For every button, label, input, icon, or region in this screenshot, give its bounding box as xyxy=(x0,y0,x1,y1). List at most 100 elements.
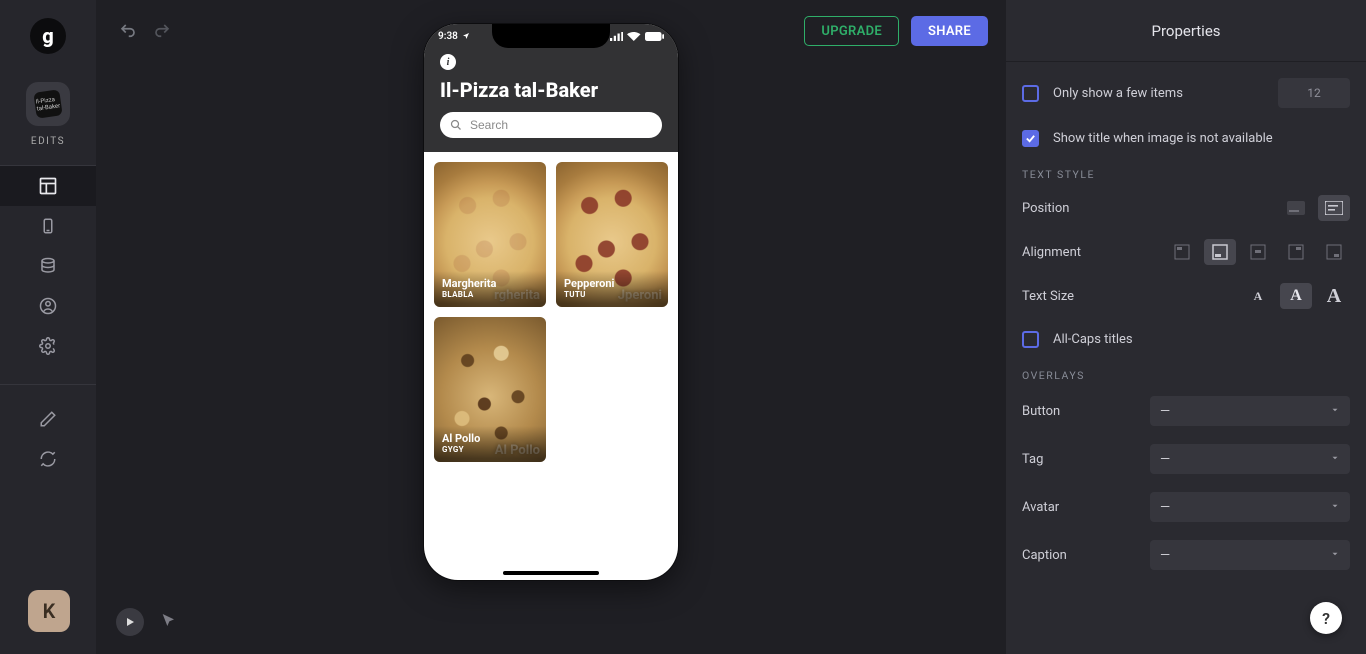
edits-label: EDITS xyxy=(31,136,65,147)
row-text-size: Text Size A A A xyxy=(1022,283,1350,309)
smartphone-icon xyxy=(39,217,57,235)
app-header: i Il-Pizza tal-Baker xyxy=(424,48,678,152)
row-button: Button — xyxy=(1022,396,1350,426)
database-icon xyxy=(39,257,57,275)
chevron-down-icon xyxy=(1330,453,1340,463)
dropdown-button[interactable]: — xyxy=(1150,396,1350,426)
bottom-tools xyxy=(116,608,180,636)
position-toggle xyxy=(1280,195,1350,221)
checkbox-show-title[interactable] xyxy=(1022,130,1039,147)
signal-icon xyxy=(610,32,624,41)
dropdown-tag[interactable]: — xyxy=(1150,444,1350,474)
align-bottom-right[interactable] xyxy=(1318,239,1350,265)
search-field[interactable] xyxy=(440,112,662,138)
app-title: Il-Pizza tal-Baker xyxy=(440,78,662,102)
check-icon xyxy=(1025,133,1036,144)
dropdown-avatar[interactable]: — xyxy=(1150,492,1350,522)
play-button[interactable] xyxy=(116,608,144,636)
battery-icon xyxy=(645,32,665,41)
card-al-pollo[interactable]: Al Pollo Al Pollo GYGY xyxy=(434,317,546,462)
help-button[interactable]: ? xyxy=(1310,602,1342,634)
align-tl-icon xyxy=(1174,244,1190,260)
label-only-show: Only show a few items xyxy=(1053,86,1270,101)
device-stage[interactable]: 9:38 i Il-Pizza tal-Baker xyxy=(96,0,1006,654)
position-overlay-icon xyxy=(1287,201,1305,215)
rail-item-settings[interactable] xyxy=(0,326,96,366)
properties-body[interactable]: Only show a few items 12 Show title when… xyxy=(1006,62,1366,654)
cards-grid: rgherita Margherita BLABLA Jperoni Peppe… xyxy=(424,152,678,472)
input-only-show-count[interactable]: 12 xyxy=(1278,78,1350,108)
cursor-icon xyxy=(160,612,176,628)
play-icon xyxy=(124,616,136,628)
app-thumbnail-preview: Il-Pizzatal-Baker xyxy=(33,89,62,118)
align-br-icon xyxy=(1326,244,1342,260)
refresh-icon xyxy=(39,450,57,468)
phone-frame: 9:38 i Il-Pizza tal-Baker xyxy=(424,24,678,580)
rail-item-edit[interactable] xyxy=(0,399,96,439)
layout-icon xyxy=(38,176,58,196)
row-caption: Caption — xyxy=(1022,540,1350,570)
card-margherita[interactable]: rgherita Margherita BLABLA xyxy=(434,162,546,307)
row-position: Position xyxy=(1022,195,1350,221)
home-indicator xyxy=(503,571,599,575)
align-c-icon xyxy=(1250,244,1266,260)
align-bottom-left[interactable] xyxy=(1204,239,1236,265)
rail-item-layout[interactable] xyxy=(0,166,96,206)
row-avatar: Avatar — xyxy=(1022,492,1350,522)
statusbar-time: 9:38 xyxy=(438,31,470,42)
align-top-left[interactable] xyxy=(1166,239,1198,265)
left-rail: g Il-Pizzatal-Baker EDITS K xyxy=(0,0,96,654)
user-avatar[interactable]: K xyxy=(28,590,70,632)
chevron-down-icon xyxy=(1330,549,1340,559)
row-alignment: Alignment xyxy=(1022,239,1350,265)
row-all-caps: All-Caps titles xyxy=(1022,327,1350,351)
size-large[interactable]: A xyxy=(1318,283,1350,309)
location-arrow-icon xyxy=(462,32,470,40)
size-small[interactable]: A xyxy=(1242,283,1274,309)
card-overlay: Al Pollo GYGY xyxy=(434,426,546,462)
align-tr-icon xyxy=(1288,244,1304,260)
rail-item-sync[interactable] xyxy=(0,439,96,479)
pencil-icon xyxy=(39,410,57,428)
size-medium[interactable]: A xyxy=(1280,283,1312,309)
alignment-toggle xyxy=(1166,239,1350,265)
align-center[interactable] xyxy=(1242,239,1274,265)
rail-item-user[interactable] xyxy=(0,286,96,326)
position-below[interactable] xyxy=(1318,195,1350,221)
card-overlay: Pepperoni TUTU xyxy=(556,271,668,307)
align-bl-icon xyxy=(1212,244,1228,260)
wifi-icon xyxy=(627,32,641,41)
rail-divider-2 xyxy=(0,384,96,385)
statusbar: 9:38 xyxy=(424,24,678,48)
align-top-right[interactable] xyxy=(1280,239,1312,265)
chevron-down-icon xyxy=(1330,501,1340,511)
text-size-toggle: A A A xyxy=(1242,283,1350,309)
row-show-title: Show title when image is not available xyxy=(1022,126,1350,150)
logo-badge[interactable]: g xyxy=(30,18,66,54)
label-all-caps: All-Caps titles xyxy=(1053,332,1350,347)
user-circle-icon xyxy=(39,297,57,315)
position-overlay[interactable] xyxy=(1280,195,1312,221)
app-thumbnail[interactable]: Il-Pizzatal-Baker xyxy=(26,82,70,126)
section-overlays: OVERLAYS xyxy=(1022,369,1350,382)
info-icon[interactable]: i xyxy=(440,54,456,70)
rail-item-data[interactable] xyxy=(0,246,96,286)
search-icon xyxy=(450,119,462,131)
properties-title: Properties xyxy=(1006,0,1366,62)
rail-item-device[interactable] xyxy=(0,206,96,246)
checkbox-all-caps[interactable] xyxy=(1022,331,1039,348)
card-overlay: Margherita BLABLA xyxy=(434,271,546,307)
position-below-icon xyxy=(1325,201,1343,215)
dropdown-caption[interactable]: — xyxy=(1150,540,1350,570)
checkbox-only-show[interactable] xyxy=(1022,85,1039,102)
chevron-down-icon xyxy=(1330,405,1340,415)
search-input[interactable] xyxy=(468,117,652,133)
card-pepperoni[interactable]: Jperoni Pepperoni TUTU xyxy=(556,162,668,307)
properties-panel: Properties Only show a few items 12 Show… xyxy=(1006,0,1366,654)
gear-icon xyxy=(39,337,57,355)
select-tool[interactable] xyxy=(160,612,180,632)
canvas-area: UPGRADE SHARE 9:38 i Il-Pizza tal-Baker xyxy=(96,0,1006,654)
row-tag: Tag — xyxy=(1022,444,1350,474)
section-text-style: TEXT STYLE xyxy=(1022,168,1350,181)
row-only-show: Only show a few items 12 xyxy=(1022,78,1350,108)
